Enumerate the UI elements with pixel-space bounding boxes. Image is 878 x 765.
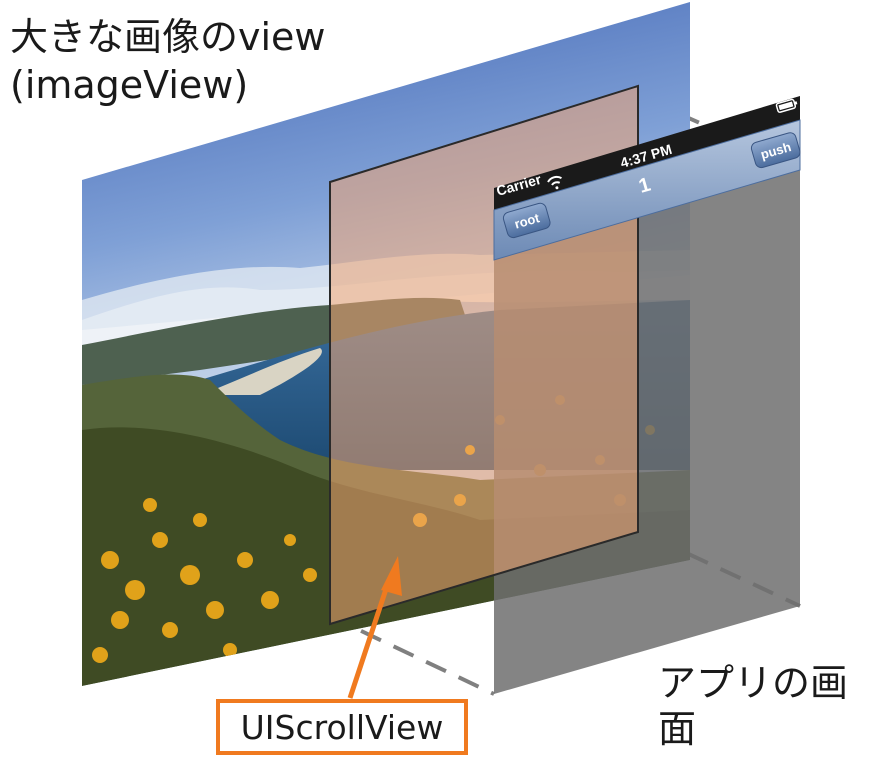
image-view-title: 大きな画像のview [10, 15, 326, 59]
app-screen-label: アプリの画面 [658, 661, 849, 751]
scroll-view-callout: UIScrollView [216, 699, 468, 755]
scroll-view-label: UIScrollView [240, 707, 444, 747]
image-view-subtitle: (imageView) [10, 63, 249, 107]
layered-views-diagram: Carrier 4:37 PM 1 root push [82, 2, 807, 699]
